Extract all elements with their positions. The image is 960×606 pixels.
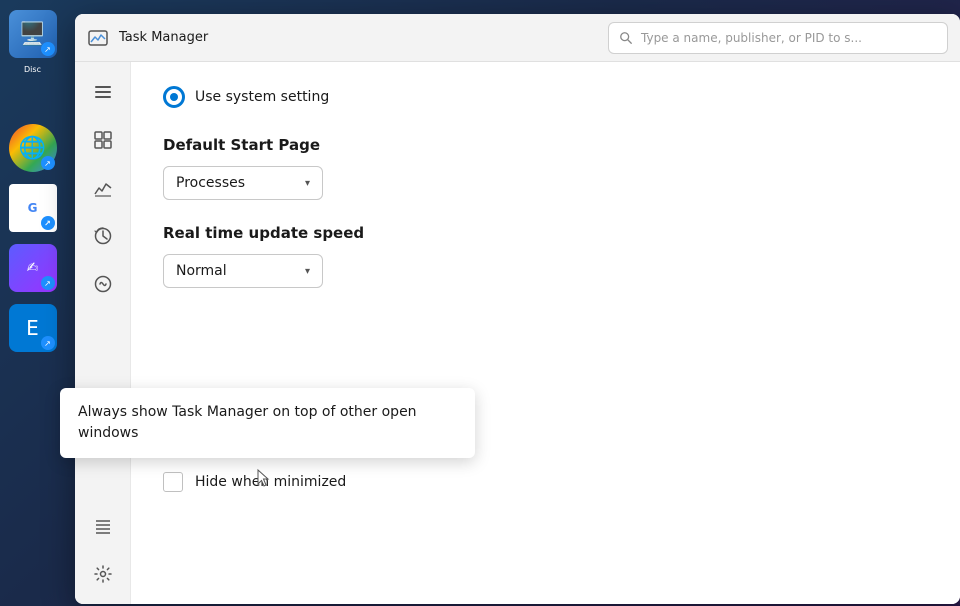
sidebar-item-menu[interactable] — [81, 70, 125, 114]
sign-taskbar-icon[interactable]: ✍ ↗ — [9, 244, 57, 292]
watermark: groovyPost.com — [777, 573, 940, 594]
sidebar-item-efficiency[interactable] — [81, 262, 125, 306]
use-system-setting-radio[interactable] — [163, 86, 185, 108]
sidebar-item-processes[interactable] — [81, 118, 125, 162]
sidebar-item-history[interactable] — [81, 214, 125, 258]
always-on-top-tooltip: Always show Task Manager on top of other… — [60, 388, 475, 458]
window-title: Task Manager — [119, 30, 208, 45]
real-time-update-dropdown[interactable]: Normal ▾ — [163, 254, 323, 288]
use-system-setting-label: Use system setting — [195, 89, 329, 105]
content-panel: Use system setting Default Start Page Pr… — [131, 62, 960, 604]
search-box[interactable]: Type a name, publisher, or PID to s... — [608, 22, 948, 54]
disc-taskbar-icon[interactable]: 🖥️ ↗ Disc — [9, 10, 57, 58]
sidebar-item-settings[interactable] — [81, 552, 125, 596]
taskbar-left: 🖥️ ↗ Disc 🌐 ↗ G ↗ ✍ ↗ E ↗ — [0, 0, 65, 606]
title-bar: Task Manager Type a name, publisher, or … — [75, 14, 960, 62]
search-placeholder: Type a name, publisher, or PID to s... — [641, 31, 862, 45]
sidebar-item-details[interactable] — [81, 504, 125, 548]
default-start-page-arrow: ▾ — [305, 178, 310, 189]
sign-overlay-arrow: ↗ — [41, 276, 55, 290]
sidebar-item-performance[interactable] — [81, 166, 125, 210]
hide-when-minimized-item[interactable]: Hide when minimized — [163, 472, 928, 492]
watermark-suffix: Post.com — [846, 573, 940, 594]
disc-label: Disc — [24, 65, 41, 74]
google-overlay-arrow: ↗ — [41, 216, 55, 230]
google-taskbar-icon[interactable]: G ↗ — [9, 184, 57, 232]
chrome-taskbar-icon[interactable]: 🌐 ↗ — [9, 124, 57, 172]
default-start-page-dropdown[interactable]: Processes ▾ — [163, 166, 323, 200]
main-content: Use system setting Default Start Page Pr… — [75, 62, 960, 604]
normal-dropdown-value: Normal — [176, 263, 227, 279]
disc-overlay-arrow: ↗ — [41, 42, 55, 56]
watermark-prefix: groovy — [777, 573, 847, 594]
real-time-update-heading: Real time update speed — [163, 224, 928, 242]
tooltip-text: Always show Task Manager on top of other… — [78, 404, 417, 441]
sidebar — [75, 62, 131, 604]
ms-taskbar-icon[interactable]: E ↗ — [9, 304, 57, 352]
use-system-setting-option[interactable]: Use system setting — [163, 86, 928, 108]
default-start-page-heading: Default Start Page — [163, 136, 928, 154]
hide-when-minimized-label: Hide when minimized — [195, 474, 346, 490]
ms-overlay-arrow: ↗ — [41, 336, 55, 350]
task-manager-window: Task Manager Type a name, publisher, or … — [75, 14, 960, 604]
task-manager-window-icon — [87, 27, 109, 49]
search-icon — [619, 31, 633, 45]
hide-when-minimized-checkbox[interactable] — [163, 472, 183, 492]
normal-dropdown-arrow: ▾ — [305, 266, 310, 277]
default-start-page-value: Processes — [176, 175, 245, 191]
chrome-overlay-arrow: ↗ — [41, 156, 55, 170]
